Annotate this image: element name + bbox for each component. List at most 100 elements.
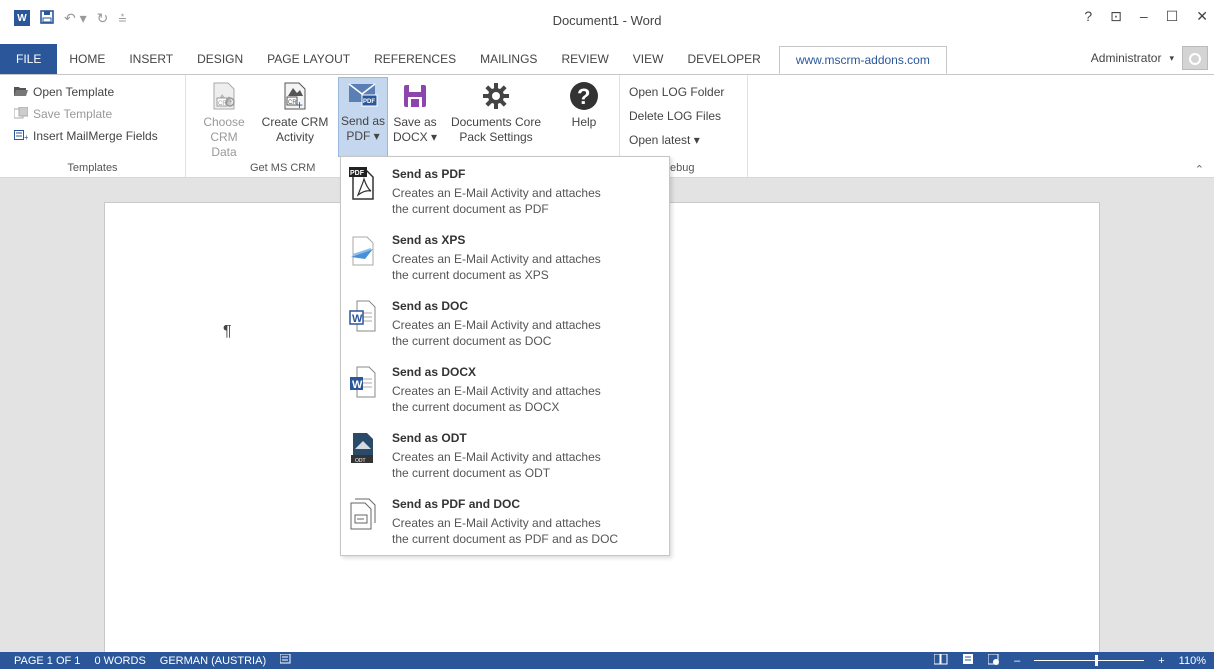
ribbon-tabs: FILE HOME INSERT DESIGN PAGE LAYOUT REFE…: [0, 44, 1214, 74]
read-mode-icon[interactable]: [933, 653, 948, 668]
settings-line2: Pack Settings: [459, 130, 533, 144]
menu-item-send-as-pdf-and-doc[interactable]: Send as PDF and DOC Creates an E-Mail Ac…: [341, 491, 669, 551]
page-count[interactable]: PAGE 1 OF 1: [14, 655, 80, 667]
send-as-pdf-title: Send as PDF: [392, 167, 466, 181]
open-latest-button[interactable]: Open latest ▾: [629, 129, 724, 151]
templates-group: Open Template Save Template + Insert Mai…: [0, 75, 186, 177]
menu-item-send-as-xps[interactable]: Send as XPS Creates an E-Mail Activity a…: [341, 227, 669, 287]
send-as-xps-desc-line2: the current document as XPS: [392, 268, 549, 282]
create-crm-activity-button[interactable]: CR + Create CRM Activity: [260, 79, 330, 145]
collapse-ribbon-icon[interactable]: ⌃: [1195, 163, 1204, 176]
save-template-icon: [13, 106, 29, 122]
open-log-folder-label: Open LOG Folder: [629, 85, 725, 99]
send-as-doc-description: Creates an E-Mail Activity and attaches …: [392, 317, 662, 349]
create-crm-line2: Activity: [275, 130, 314, 144]
svg-text:+: +: [296, 98, 303, 110]
multi-file-icon: [349, 497, 377, 530]
tab-review[interactable]: REVIEW: [549, 44, 620, 74]
tab-file[interactable]: FILE: [0, 44, 58, 74]
minimize-icon[interactable]: –: [1140, 8, 1148, 25]
language-indicator[interactable]: GERMAN (AUSTRIA): [160, 655, 266, 667]
web-layout-icon[interactable]: [987, 653, 1000, 668]
ribbon-display-options-icon[interactable]: ⊡: [1110, 8, 1122, 25]
documents-core-pack-settings-button[interactable]: Documents Core Pack Settings: [448, 79, 544, 145]
send-as-xps-description: Creates an E-Mail Activity and attaches …: [392, 251, 662, 283]
tab-design[interactable]: DESIGN: [185, 44, 255, 74]
help-icon[interactable]: ?: [1084, 8, 1092, 25]
status-bar: PAGE 1 OF 1 0 WORDS GERMAN (AUSTRIA) – +…: [0, 652, 1214, 669]
open-latest-label: Open latest ▾: [629, 133, 700, 147]
save-as-docx-button[interactable]: Save as DOCX ▾: [392, 79, 438, 145]
tab-mailings[interactable]: MAILINGS: [468, 44, 549, 74]
zoom-slider[interactable]: [1034, 655, 1145, 666]
insert-mailmerge-label: Insert MailMerge Fields: [33, 129, 158, 143]
menu-item-send-as-docx[interactable]: W Send as DOCX Creates an E-Mail Activit…: [341, 359, 669, 419]
send-as-pdf-and-doc-desc-line1: Creates an E-Mail Activity and attaches: [392, 516, 601, 530]
create-crm-line1: Create CRM: [261, 115, 329, 129]
account-area[interactable]: Administrator ▾: [1091, 46, 1208, 70]
save-template-button[interactable]: Save Template: [13, 103, 158, 125]
svg-text:W: W: [352, 313, 363, 325]
send-as-pdf-description: Creates an E-Mail Activity and attaches …: [392, 185, 662, 217]
open-template-button[interactable]: Open Template: [14, 81, 158, 103]
account-name[interactable]: Administrator: [1091, 51, 1162, 65]
choose-crm-data-button[interactable]: CRM Choose CRM Data: [198, 79, 250, 160]
word-count[interactable]: 0 WORDS: [94, 655, 145, 667]
send-as-odt-title: Send as ODT: [392, 431, 467, 445]
send-as-docx-description: Creates an E-Mail Activity and attaches …: [392, 383, 662, 415]
send-as-xps-title: Send as XPS: [392, 233, 466, 247]
insert-field-icon: +: [14, 129, 29, 144]
title-bar: W ↶ ▾ ↻ ⩮ Document1 - Word ? ⊡ – ☐ ✕: [0, 0, 1214, 44]
avatar[interactable]: [1182, 46, 1208, 70]
menu-item-send-as-doc[interactable]: W Send as DOC Creates an E-Mail Activity…: [341, 293, 669, 353]
send-as-dropdown-menu: PDF Send as PDF Creates an E-Mail Activi…: [340, 156, 670, 556]
xps-file-icon: [349, 233, 377, 266]
document-title: Document1 - Word: [552, 13, 662, 28]
zoom-in-button[interactable]: +: [1158, 655, 1164, 667]
window-controls: ? ⊡ – ☐ ✕: [1084, 8, 1208, 25]
send-as-pdf-desc-line1: Creates an E-Mail Activity and attaches: [392, 186, 601, 200]
zoom-slider-thumb[interactable]: [1094, 655, 1098, 666]
tab-view[interactable]: VIEW: [621, 44, 676, 74]
chevron-down-icon[interactable]: ▾: [1169, 53, 1174, 64]
send-as-pdf-desc-line2: the current document as PDF: [392, 202, 549, 216]
print-layout-icon[interactable]: [962, 653, 974, 668]
svg-text:W: W: [352, 379, 363, 391]
svg-text:ODT: ODT: [355, 458, 366, 464]
tab-mscrm-addons[interactable]: www.mscrm-addons.com: [778, 46, 947, 74]
svg-text:PDF: PDF: [350, 170, 365, 177]
save-docx-line1: Save as: [393, 115, 437, 129]
tab-references[interactable]: REFERENCES: [362, 44, 468, 74]
send-as-odt-description: Creates an E-Mail Activity and attaches …: [392, 449, 662, 481]
svg-text:PDF: PDF: [363, 99, 375, 105]
delete-log-files-button[interactable]: Delete LOG Files: [629, 105, 724, 127]
envelope-pdf-icon: PDF: [345, 78, 381, 112]
pdf-file-icon: PDF: [349, 167, 377, 200]
svg-text:?: ?: [577, 84, 590, 109]
maximize-icon[interactable]: ☐: [1166, 8, 1179, 25]
menu-item-send-as-pdf[interactable]: PDF Send as PDF Creates an E-Mail Activi…: [341, 161, 669, 221]
zoom-out-button[interactable]: –: [1014, 655, 1020, 667]
templates-group-label: Templates: [67, 162, 118, 174]
tab-insert[interactable]: INSERT: [117, 44, 185, 74]
tab-developer[interactable]: DEVELOPER: [675, 44, 778, 74]
send-as-pdf-button[interactable]: PDF Send as PDF ▾: [338, 77, 388, 157]
floppy-save-icon: [397, 79, 433, 113]
create-crm-activity-icon: CR +: [277, 79, 313, 113]
close-icon[interactable]: ✕: [1196, 8, 1208, 25]
tab-home[interactable]: HOME: [57, 44, 117, 74]
send-as-pdf-and-doc-description: Creates an E-Mail Activity and attaches …: [392, 515, 662, 547]
tab-page-layout[interactable]: PAGE LAYOUT: [255, 44, 362, 74]
send-as-docx-desc-line1: Creates an E-Mail Activity and attaches: [392, 384, 601, 398]
insert-mailmerge-button[interactable]: + Insert MailMerge Fields: [14, 125, 158, 147]
debug-group-label: ebug: [670, 162, 695, 174]
proofing-icon[interactable]: [279, 653, 292, 668]
send-as-odt-desc-line2: the current document as ODT: [392, 466, 551, 480]
help-label: Help: [571, 115, 597, 129]
menu-item-send-as-odt[interactable]: ODT Send as ODT Creates an E-Mail Activi…: [341, 425, 669, 485]
zoom-level[interactable]: 110%: [1179, 655, 1206, 667]
open-log-folder-button[interactable]: Open LOG Folder: [629, 81, 724, 103]
send-pdf-line2: PDF ▾: [346, 129, 380, 143]
help-button[interactable]: ? Help: [564, 79, 604, 130]
folder-open-icon: [14, 85, 28, 100]
